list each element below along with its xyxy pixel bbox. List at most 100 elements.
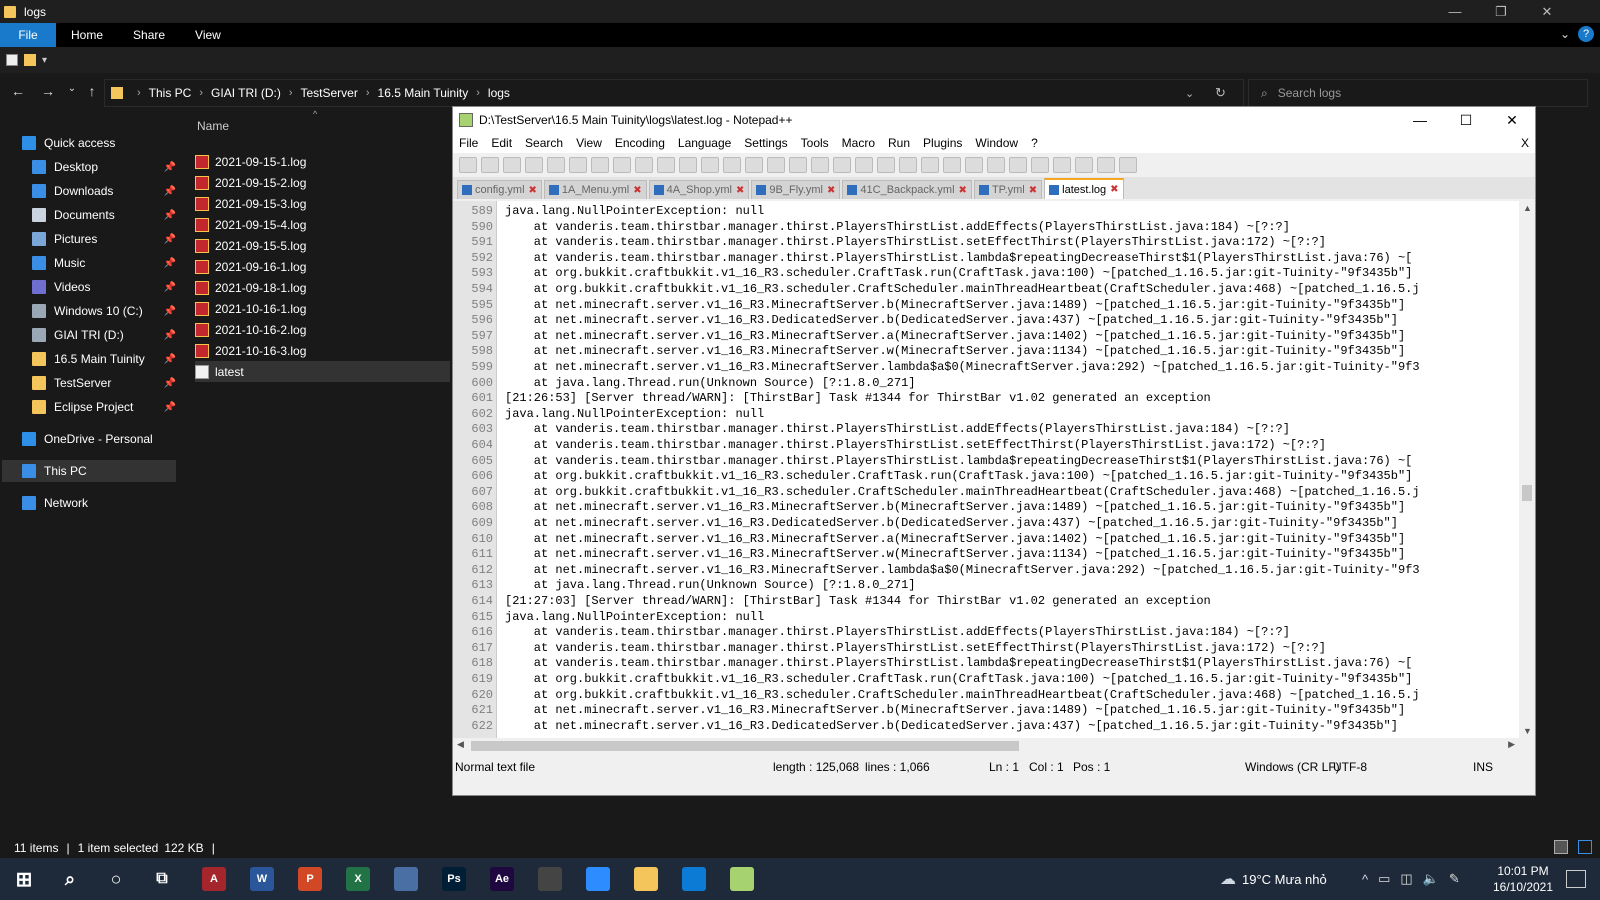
excel-icon[interactable]: X [346,867,370,891]
menu-search[interactable]: Search [525,136,563,150]
nav-item[interactable]: OneDrive - Personal [22,428,178,450]
sync-h-icon[interactable] [833,157,851,173]
find-icon[interactable] [723,157,741,173]
task-view-icon[interactable]: ⧉ [150,867,174,891]
help-icon[interactable]: ? [1578,26,1594,42]
indent-guide-icon[interactable] [899,157,917,173]
stop-macro-icon[interactable] [1053,157,1071,173]
document-tab[interactable]: config.yml ✖ [457,180,542,199]
ribbon-tab-home[interactable]: Home [56,23,118,47]
menu-help[interactable]: ? [1031,136,1038,150]
text-editor[interactable]: 589 java.lang.NullPointerException: null 5… [453,201,1535,738]
file-row[interactable]: 2021-10-16-3.log [195,340,450,361]
scroll-down-icon[interactable]: ▼ [1523,726,1532,736]
minimize-button[interactable]: — [1432,0,1478,23]
after-effects-icon[interactable]: Ae [490,867,514,891]
nav-item[interactable]: Downloads 📌 [32,180,178,202]
weather-widget[interactable]: ☁ 19°C Mưa nhỏ [1220,858,1327,900]
zoom-out-icon[interactable] [789,157,807,173]
file-row[interactable]: 2021-09-15-3.log [195,193,450,214]
notifications-icon[interactable] [1566,870,1586,888]
recent-locations-icon[interactable]: ⌄ [62,83,82,94]
word-wrap-icon[interactable] [855,157,873,173]
nav-item[interactable]: This PC [2,460,176,482]
doc-map-icon[interactable] [943,157,961,173]
camera-icon[interactable]: ◫ [1400,871,1412,887]
search-icon[interactable]: ⌕ [58,867,82,891]
nav-item[interactable]: Desktop 📌 [32,156,178,178]
photoshop-icon[interactable]: Ps [442,867,466,891]
menu-language[interactable]: Language [678,136,731,150]
scroll-right-icon[interactable]: ▶ [1508,739,1515,750]
sync-v-icon[interactable] [811,157,829,173]
up-icon[interactable]: ↑ [82,83,102,99]
close-all-icon[interactable] [569,157,587,173]
breadcrumb-item[interactable]: This PC [149,86,192,100]
file-row[interactable]: 2021-10-16-2.log [195,319,450,340]
document-tab[interactable]: 9B_Fly.yml ✖ [751,180,841,199]
new-folder-icon[interactable] [24,54,36,66]
breadcrumb-item[interactable]: GIAI TRI (D:) [211,86,281,100]
document-tab[interactable]: 4A_Shop.yml ✖ [648,180,750,199]
vertical-scrollbar[interactable]: ▲ ▼ [1519,201,1535,738]
cortana-icon[interactable]: ○ [104,867,128,891]
new-icon[interactable] [459,157,477,173]
menu-edit[interactable]: Edit [491,136,512,150]
breadcrumb-item[interactable]: logs [488,86,510,100]
record-macro-icon[interactable] [1031,157,1049,173]
large-icons-view-icon[interactable] [1578,840,1592,854]
close-icon[interactable] [547,157,565,173]
npp-minimize-button[interactable]: — [1397,107,1443,133]
close-tab-icon[interactable]: ✖ [529,185,537,196]
show-all-icon[interactable] [877,157,895,173]
ribbon-tab-share[interactable]: Share [118,23,180,47]
paste-icon[interactable] [657,157,675,173]
save-all-icon[interactable] [525,157,543,173]
folder-workspace-icon[interactable] [987,157,1005,173]
run-macro-multiple-icon[interactable] [1097,157,1115,173]
properties-icon[interactable] [6,54,18,66]
npp-maximize-button[interactable]: ☐ [1443,107,1489,133]
file-row[interactable]: 2021-09-15-5.log [195,235,450,256]
save-icon[interactable] [503,157,521,173]
menu-run[interactable]: Run [888,136,910,150]
close-tab-icon[interactable]: ✖ [827,185,835,196]
clock[interactable]: 10:01 PM 16/10/2021 [1488,863,1558,895]
forward-icon[interactable]: → [38,83,58,99]
replace-icon[interactable] [745,157,763,173]
save-macro-icon[interactable] [1119,157,1137,173]
copy-icon[interactable] [635,157,653,173]
file-row[interactable]: 2021-09-15-4.log [195,214,450,235]
menu-tools[interactable]: Tools [801,136,829,150]
document-tab[interactable]: latest.log ✖ [1044,178,1124,199]
address-dropdown-icon[interactable]: ⌄ [1185,87,1194,100]
nav-item[interactable]: TestServer 📌 [32,372,178,394]
print-icon[interactable] [591,157,609,173]
close-tab-icon[interactable]: ✖ [1029,185,1037,196]
udl-icon[interactable] [921,157,939,173]
word-icon[interactable]: W [250,867,274,891]
file-row[interactable]: 2021-09-16-1.log [195,256,450,277]
file-row[interactable]: 2021-09-18-1.log [195,277,450,298]
horizontal-scrollbar[interactable]: ◀ ▶ [453,738,1535,754]
volume-icon[interactable]: 🔈 [1423,871,1439,887]
close-tab-icon[interactable]: ✖ [633,185,641,196]
pen-icon[interactable]: ✎ [1449,871,1460,887]
ribbon-tab-file[interactable]: File [0,23,56,47]
windows-start-icon[interactable]: ⊞ [12,867,36,891]
menu-file[interactable]: File [459,136,478,150]
play-macro-icon[interactable] [1075,157,1093,173]
details-view-icon[interactable] [1554,840,1568,854]
file-explorer-icon[interactable] [634,867,658,891]
menu-encoding[interactable]: Encoding [615,136,665,150]
address-bar[interactable]: › This PC › GIAI TRI (D:) › TestServer ›… [104,79,1244,107]
store-icon[interactable] [394,867,418,891]
show-hidden-icons-icon[interactable]: ^ [1362,872,1368,887]
breadcrumb-item[interactable]: 16.5 Main Tuinity [378,86,469,100]
search-input[interactable]: ⌕ Search logs [1248,79,1588,107]
monitor-icon[interactable] [1009,157,1027,173]
undo-icon[interactable] [679,157,697,173]
close-button[interactable]: ✕ [1524,0,1570,23]
zoom-in-icon[interactable] [767,157,785,173]
menu-macro[interactable]: Macro [842,136,875,150]
